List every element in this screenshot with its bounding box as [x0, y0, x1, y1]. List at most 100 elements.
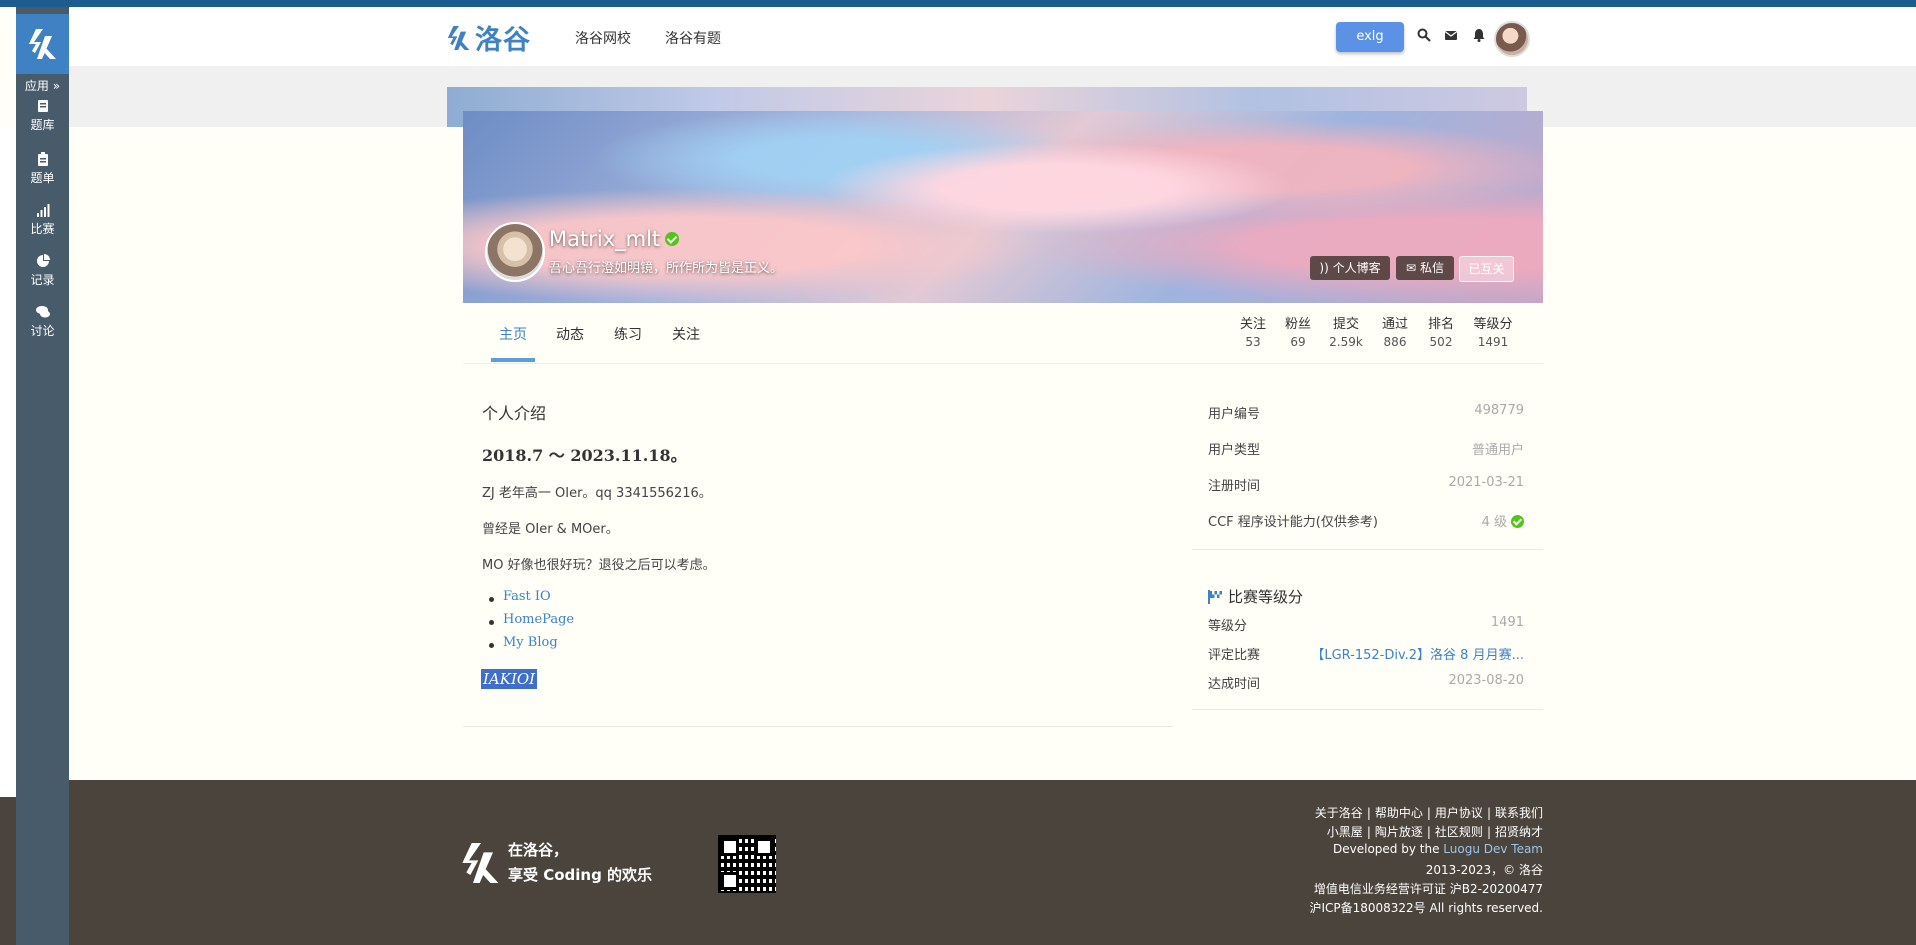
sidebar-item-records[interactable]: 记录: [16, 254, 69, 288]
rated-contest-link[interactable]: 【LGR-152-Div.2】洛谷 8 月月赛...: [1311, 644, 1524, 663]
active-tab-indicator: [491, 358, 535, 362]
footer-separator: |: [1486, 806, 1491, 820]
search-icon[interactable]: [1417, 28, 1431, 42]
pie-chart-icon: [36, 254, 50, 267]
footer-license[interactable]: 增值电信业务经营许可证 沪B2-20200477: [1314, 880, 1543, 897]
intro-line: MO 好像也很好玩？退役之后可以考虑。: [482, 558, 716, 573]
top-navbar: [69, 7, 1916, 66]
footer-link-blacklist[interactable]: 小黑屋: [1327, 825, 1363, 839]
stat-value: 53: [1245, 335, 1261, 349]
envelope-icon[interactable]: [1444, 28, 1458, 42]
profile-name: Matrix_mlt: [549, 227, 680, 251]
blog-button[interactable]: )) 个人博客: [1310, 256, 1390, 280]
footer-link-ostracism[interactable]: 陶片放逐: [1375, 825, 1423, 839]
footer-separator: |: [1486, 825, 1491, 839]
bullet: [489, 620, 494, 625]
message-button-label: 私信: [1419, 261, 1444, 275]
sidebar-item-contests[interactable]: 比赛: [16, 203, 69, 237]
profile-avatar: [485, 222, 545, 282]
highlighted-text: IAKIOI: [481, 669, 538, 689]
link-my-blog[interactable]: My Blog: [503, 635, 558, 650]
footer-link-rules[interactable]: 社区规则: [1435, 825, 1483, 839]
footer-link-contact[interactable]: 联系我们: [1495, 806, 1543, 820]
stat-value: 886: [1383, 335, 1407, 349]
stat-followers[interactable]: 粉丝 69: [1275, 313, 1321, 349]
intro-line: ZJ 老年高一 OIer。qq 3341556216。: [482, 486, 712, 501]
comments-icon: [35, 306, 50, 318]
footer: [69, 780, 1916, 945]
stat-following[interactable]: 关注 53: [1230, 313, 1276, 349]
stat-value: 69: [1290, 335, 1306, 349]
footer-icp[interactable]: 沪ICP备18008322号 All rights reserved.: [1309, 899, 1543, 916]
sidebar-item-label: 记录: [30, 273, 55, 287]
stat-value: 2.59k: [1329, 335, 1363, 349]
tab-activity[interactable]: 动态: [556, 324, 584, 344]
contest-value: 1491: [1490, 615, 1524, 630]
envelope-icon: ✉: [1406, 261, 1417, 275]
footer-link-jobs[interactable]: 招贤纳才: [1495, 825, 1543, 839]
stat-label: 关注: [1239, 317, 1266, 332]
nav-link-youti[interactable]: 洛谷有题: [665, 28, 721, 48]
contest-key: 等级分: [1208, 619, 1248, 634]
info-value: 498779: [1474, 403, 1524, 418]
sidebar-item-problemlists[interactable]: 题单: [16, 152, 69, 186]
luogu-logo[interactable]: [16, 14, 69, 74]
bar-chart-icon: [36, 204, 49, 217]
message-button[interactable]: ✉ 私信: [1396, 256, 1454, 280]
app-sidebar: 应用 » 题库 题单 比赛 记录 讨论: [16, 7, 69, 945]
footer-slogan-line2: 享受 Coding 的欢乐: [508, 866, 653, 884]
footer-slogan-line1: 在洛谷，: [508, 841, 569, 859]
tab-following[interactable]: 关注: [672, 324, 700, 344]
footer-links-row2: 小黑屋 | 陶片放逐 | 社区规则 | 招贤纳才: [1327, 823, 1543, 840]
follow-button[interactable]: 已互关: [1459, 256, 1514, 282]
profile-name-text: Matrix_mlt: [549, 227, 661, 251]
footer-dev-team-link[interactable]: Luogu Dev Team: [1443, 842, 1543, 856]
contest-value: 2023-08-20: [1448, 673, 1524, 688]
stat-submissions: 提交 2.59k: [1323, 313, 1369, 349]
nav-link-school[interactable]: 洛谷网校: [575, 28, 631, 48]
stat-value: 502: [1429, 335, 1453, 349]
footer-separator: |: [1366, 825, 1371, 839]
bullet: [489, 597, 494, 602]
footer-links-row1: 关于洛谷 | 帮助中心 | 用户协议 | 联系我们: [1315, 804, 1543, 821]
info-key: 注册时间: [1208, 479, 1261, 494]
bell-icon[interactable]: [1472, 28, 1486, 42]
ccf-check-icon: [1511, 515, 1524, 528]
verified-check-icon: [665, 232, 680, 246]
stat-accepted: 通过 886: [1372, 313, 1418, 349]
brand-name: 洛谷: [475, 25, 531, 56]
info-value: 2021-03-21: [1448, 475, 1524, 490]
tab-practice[interactable]: 练习: [614, 324, 642, 344]
intro-card: [463, 364, 1173, 727]
exlg-button[interactable]: exlg: [1336, 22, 1404, 52]
luogu-brand-icon: [447, 25, 470, 50]
footer-link-terms[interactable]: 用户协议: [1435, 806, 1483, 820]
sidebar-item-discuss[interactable]: 讨论: [16, 305, 69, 339]
user-avatar[interactable]: [1494, 21, 1530, 57]
sidebar-item-problems[interactable]: 题库: [16, 99, 69, 133]
footer-separator: |: [1426, 825, 1431, 839]
info-value: 普通用户: [1471, 443, 1524, 458]
top-accent-strip: [0, 0, 1916, 7]
stat-value: 1491: [1477, 335, 1509, 349]
profile-slogan: 吾心吾行澄如明镜，所作所为皆是正义。: [549, 261, 784, 276]
contest-rating-title: 比赛等级分: [1208, 586, 1303, 607]
footer-separator: |: [1426, 806, 1431, 820]
footer-separator: |: [1366, 806, 1371, 820]
brand[interactable]: 洛谷: [447, 18, 531, 57]
clipboard-icon: [37, 152, 48, 166]
apps-toggle[interactable]: 应用 »: [16, 77, 69, 94]
stat-label: 提交: [1332, 317, 1359, 332]
intro-date-range: 2018.7 ～ 2023.11.18。: [482, 446, 687, 465]
link-fast-io[interactable]: Fast IO: [503, 589, 551, 604]
contest-rating-title-text: 比赛等级分: [1228, 588, 1304, 606]
footer-link-help[interactable]: 帮助中心: [1375, 806, 1423, 820]
footer-link-about[interactable]: 关于洛谷: [1315, 806, 1363, 820]
tab-home[interactable]: 主页: [499, 324, 527, 344]
stat-rating: 等级分 1491: [1469, 313, 1517, 349]
info-key: 用户类型: [1208, 443, 1261, 458]
link-homepage[interactable]: HomePage: [503, 612, 574, 627]
ccf-level-value: 4 级: [1481, 515, 1507, 530]
sidebar-item-label: 比赛: [30, 222, 55, 236]
left-gutter: [0, 127, 16, 797]
